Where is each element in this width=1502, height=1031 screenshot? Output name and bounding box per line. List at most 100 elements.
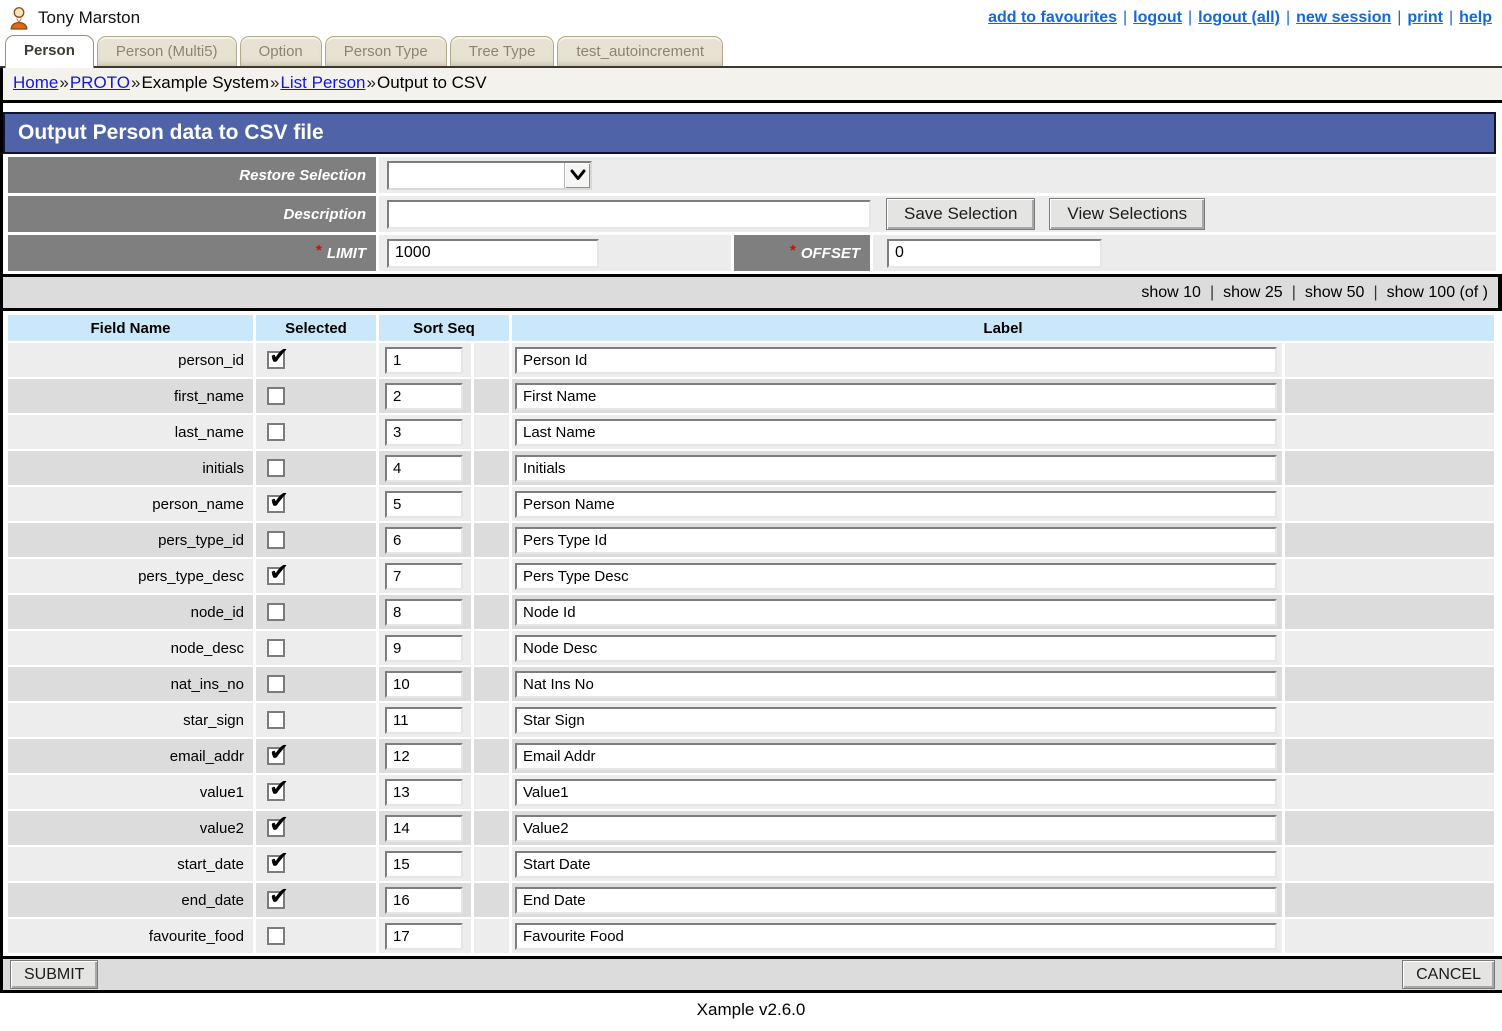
spacer-cell bbox=[474, 415, 509, 449]
field-name: start_date bbox=[8, 847, 253, 881]
selected-checkbox[interactable] bbox=[267, 531, 285, 549]
description-input[interactable] bbox=[387, 200, 871, 229]
content-frame: Home»PROTO»Example System»List Person»Ou… bbox=[0, 68, 1502, 993]
selected-checkbox[interactable] bbox=[267, 387, 285, 405]
sort-seq-input[interactable] bbox=[385, 455, 463, 482]
label-input[interactable] bbox=[515, 671, 1277, 698]
selected-checkbox[interactable] bbox=[267, 459, 285, 477]
label-input[interactable] bbox=[515, 419, 1277, 446]
offset-field-area bbox=[873, 235, 1496, 271]
label-input[interactable] bbox=[515, 527, 1277, 554]
restore-selection-select[interactable] bbox=[387, 161, 592, 190]
selected-cell bbox=[256, 739, 376, 773]
tab-person-type[interactable]: Person Type bbox=[325, 36, 447, 66]
crumb-list-person[interactable]: List Person bbox=[280, 73, 365, 92]
sort-seq-input[interactable] bbox=[385, 923, 463, 950]
selected-checkbox[interactable] bbox=[267, 639, 285, 657]
sort-seq-input[interactable] bbox=[385, 383, 463, 410]
selected-cell bbox=[256, 379, 376, 413]
sort-seq-input[interactable] bbox=[385, 707, 463, 734]
selected-checkbox[interactable] bbox=[267, 423, 285, 441]
sort-seq-input[interactable] bbox=[385, 815, 463, 842]
label-input[interactable] bbox=[515, 851, 1277, 878]
selected-checkbox[interactable] bbox=[267, 747, 285, 765]
divider bbox=[3, 308, 1502, 311]
selected-checkbox[interactable] bbox=[267, 819, 285, 837]
selected-cell bbox=[256, 775, 376, 809]
link-logout[interactable]: logout bbox=[1133, 9, 1182, 26]
limit-input[interactable] bbox=[387, 239, 599, 268]
submit-button[interactable]: SUBMIT bbox=[10, 960, 98, 989]
link-add-to-favourites[interactable]: add to favourites bbox=[988, 9, 1117, 26]
sort-seq-cell bbox=[379, 847, 471, 881]
label-input[interactable] bbox=[515, 455, 1277, 482]
spacer-cell bbox=[474, 379, 509, 413]
sort-seq-input[interactable] bbox=[385, 635, 463, 662]
selected-checkbox[interactable] bbox=[267, 675, 285, 693]
selected-cell bbox=[256, 451, 376, 485]
selected-checkbox[interactable] bbox=[267, 855, 285, 873]
tab-option[interactable]: Option bbox=[240, 36, 322, 66]
sort-seq-input[interactable] bbox=[385, 563, 463, 590]
selected-checkbox[interactable] bbox=[267, 351, 285, 369]
link-help[interactable]: help bbox=[1459, 9, 1492, 26]
crumb-home[interactable]: Home bbox=[13, 73, 58, 92]
link-separator: | bbox=[1397, 9, 1401, 26]
link-new-session[interactable]: new session bbox=[1296, 9, 1391, 26]
label-input[interactable] bbox=[515, 563, 1277, 590]
selected-checkbox[interactable] bbox=[267, 927, 285, 945]
selected-cell bbox=[256, 559, 376, 593]
sort-seq-input[interactable] bbox=[385, 599, 463, 626]
show-10-link[interactable]: show 10 bbox=[1141, 284, 1201, 302]
show-50-link[interactable]: show 50 bbox=[1305, 284, 1365, 302]
sort-seq-cell bbox=[379, 811, 471, 845]
field-table-body: person_id first_name last_name bbox=[8, 343, 1494, 953]
label-input[interactable] bbox=[515, 347, 1277, 374]
label-input[interactable] bbox=[515, 599, 1277, 626]
tab-test-autoincrement[interactable]: test_autoincrement bbox=[557, 36, 723, 66]
selected-checkbox[interactable] bbox=[267, 711, 285, 729]
selected-checkbox[interactable] bbox=[267, 495, 285, 513]
selected-checkbox[interactable] bbox=[267, 783, 285, 801]
save-selection-button[interactable]: Save Selection bbox=[886, 198, 1035, 230]
label-input[interactable] bbox=[515, 707, 1277, 734]
sort-seq-input[interactable] bbox=[385, 491, 463, 518]
label-input[interactable] bbox=[515, 491, 1277, 518]
selected-checkbox[interactable] bbox=[267, 603, 285, 621]
breadcrumb: Home»PROTO»Example System»List Person»Ou… bbox=[3, 68, 1502, 103]
selected-checkbox[interactable] bbox=[267, 891, 285, 909]
sort-seq-input[interactable] bbox=[385, 851, 463, 878]
label-input[interactable] bbox=[515, 743, 1277, 770]
spacer-cell bbox=[474, 343, 509, 377]
sort-seq-input[interactable] bbox=[385, 779, 463, 806]
label-input[interactable] bbox=[515, 923, 1277, 950]
label-input[interactable] bbox=[515, 815, 1277, 842]
show-25-link[interactable]: show 25 bbox=[1223, 284, 1283, 302]
selected-checkbox[interactable] bbox=[267, 567, 285, 585]
sort-seq-input[interactable] bbox=[385, 347, 463, 374]
sort-seq-input[interactable] bbox=[385, 671, 463, 698]
sort-seq-input[interactable] bbox=[385, 527, 463, 554]
sort-seq-cell bbox=[379, 739, 471, 773]
sort-seq-cell bbox=[379, 343, 471, 377]
sort-seq-input[interactable] bbox=[385, 887, 463, 914]
table-row: pers_type_id bbox=[8, 523, 1494, 557]
tab-person-multi5[interactable]: Person (Multi5) bbox=[97, 36, 237, 66]
label-input[interactable] bbox=[515, 635, 1277, 662]
offset-input[interactable] bbox=[887, 239, 1102, 268]
link-print[interactable]: print bbox=[1407, 9, 1443, 26]
view-selections-button[interactable]: View Selections bbox=[1049, 198, 1205, 230]
label-input[interactable] bbox=[515, 383, 1277, 410]
limit-label-text: LIMIT bbox=[327, 245, 366, 262]
label-input[interactable] bbox=[515, 779, 1277, 806]
tab-person[interactable]: Person bbox=[5, 35, 94, 68]
crumb-proto[interactable]: PROTO bbox=[70, 73, 130, 92]
sort-seq-input[interactable] bbox=[385, 743, 463, 770]
label-input[interactable] bbox=[515, 887, 1277, 914]
label-cell bbox=[512, 595, 1282, 629]
cancel-button[interactable]: CANCEL bbox=[1402, 960, 1495, 989]
sort-seq-input[interactable] bbox=[385, 419, 463, 446]
show-100-link[interactable]: show 100 (of ) bbox=[1387, 284, 1488, 302]
link-logout-all[interactable]: logout (all) bbox=[1198, 9, 1280, 26]
tab-tree-type[interactable]: Tree Type bbox=[450, 36, 555, 66]
